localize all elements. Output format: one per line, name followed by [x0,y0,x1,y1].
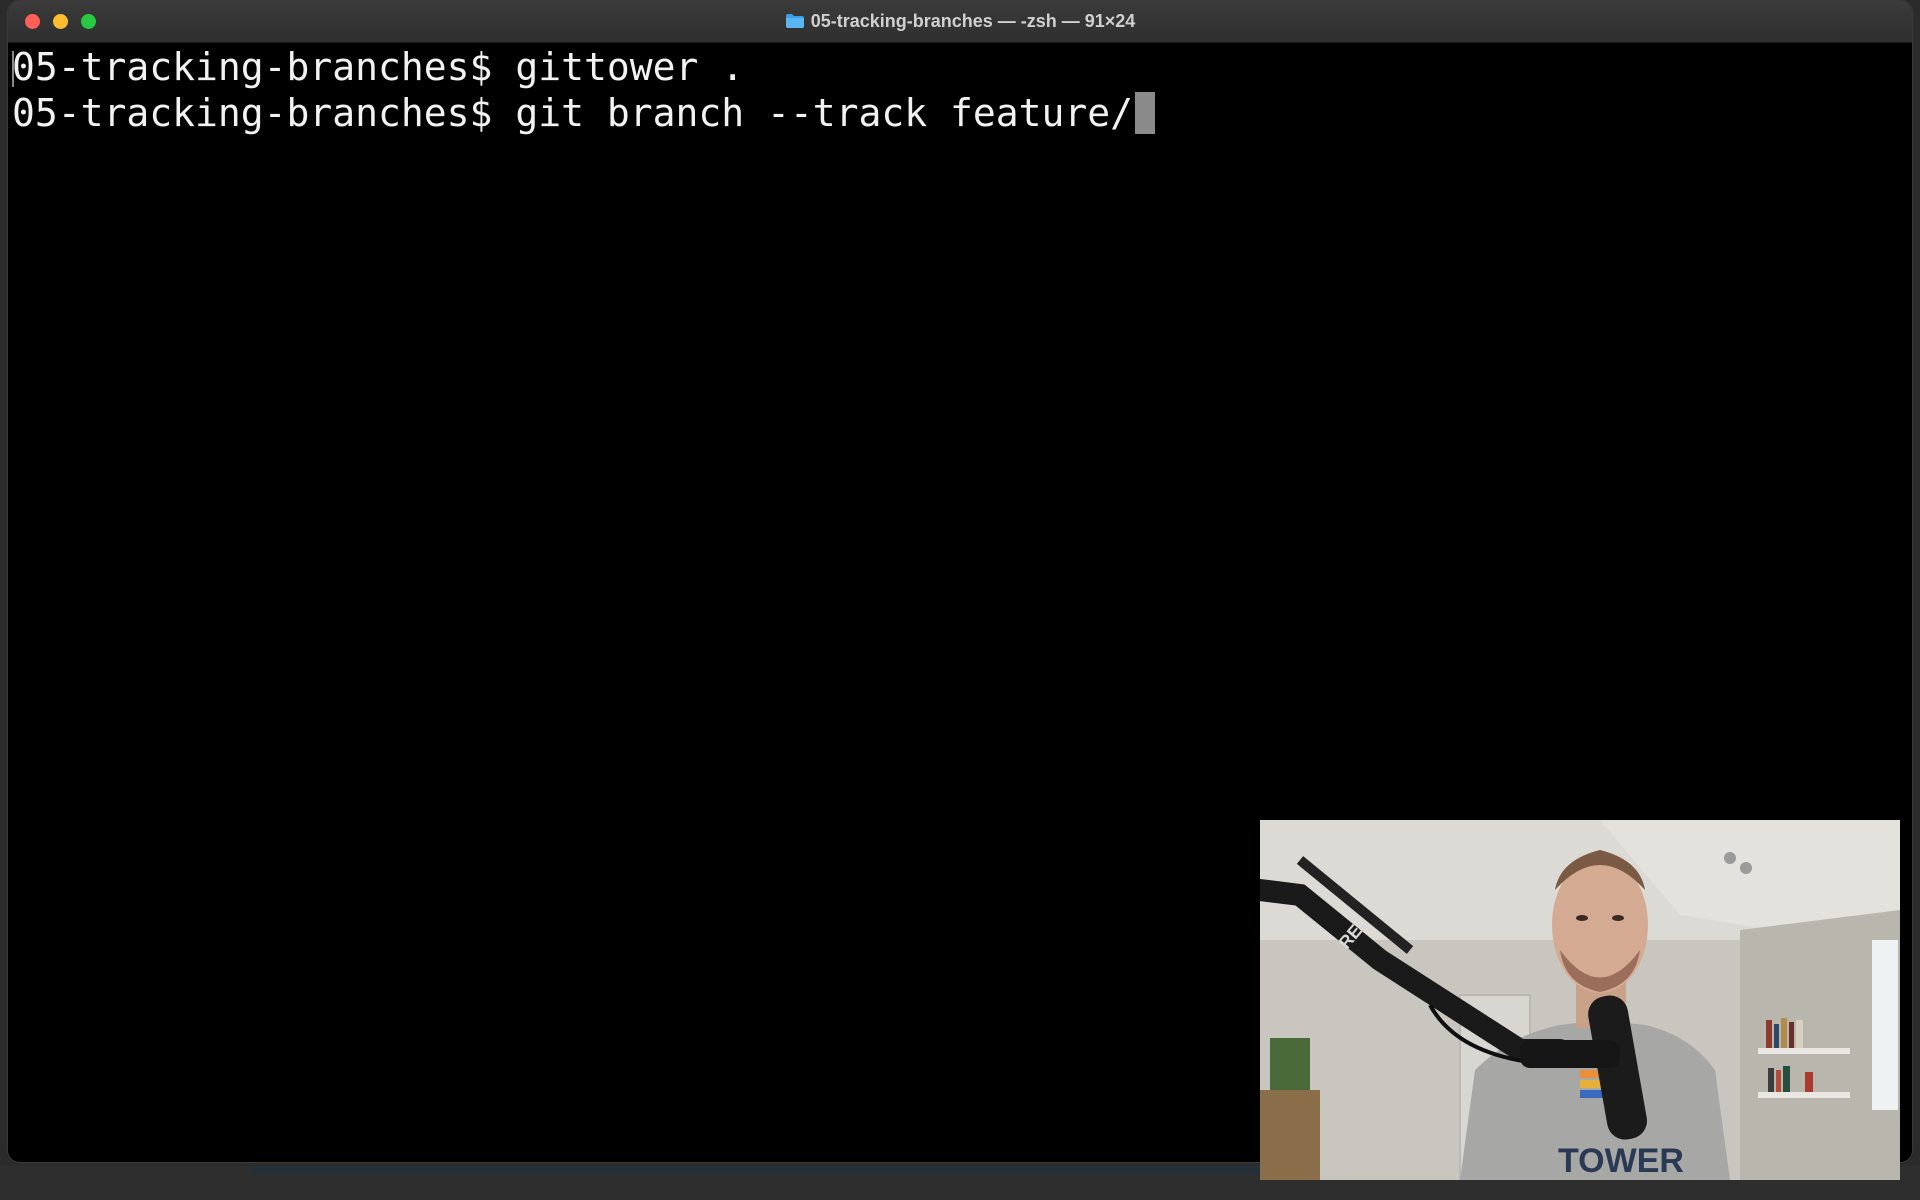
terminal-line: 05-tracking-branches$ git branch --track… [12,90,1156,136]
command-text: git branch --track feature/ [492,91,1134,135]
title-bar[interactable]: 05-tracking-branches — -zsh — 91×24 [8,0,1912,43]
webcam-overlay: TOWER RE [1260,820,1900,1180]
window-title: 05-tracking-branches — -zsh — 91×24 [810,10,1136,31]
shirt-text: TOWER [1558,1142,1684,1180]
window-title-container: 05-tracking-branches — -zsh — 91×24 [8,0,1912,42]
desktop: 05-tracking-branches — -zsh — 91×24 05-t… [0,0,1920,1200]
folder-icon [785,13,805,29]
text-cursor [1135,92,1156,134]
command-text: gittower . [492,45,745,89]
terminal-line: 05-tracking-branches$ gittower . [12,44,744,90]
shell-prompt: 05-tracking-branches$ [12,45,493,89]
dock-shadow [250,1166,1260,1174]
shell-prompt: 05-tracking-branches$ [12,91,493,135]
